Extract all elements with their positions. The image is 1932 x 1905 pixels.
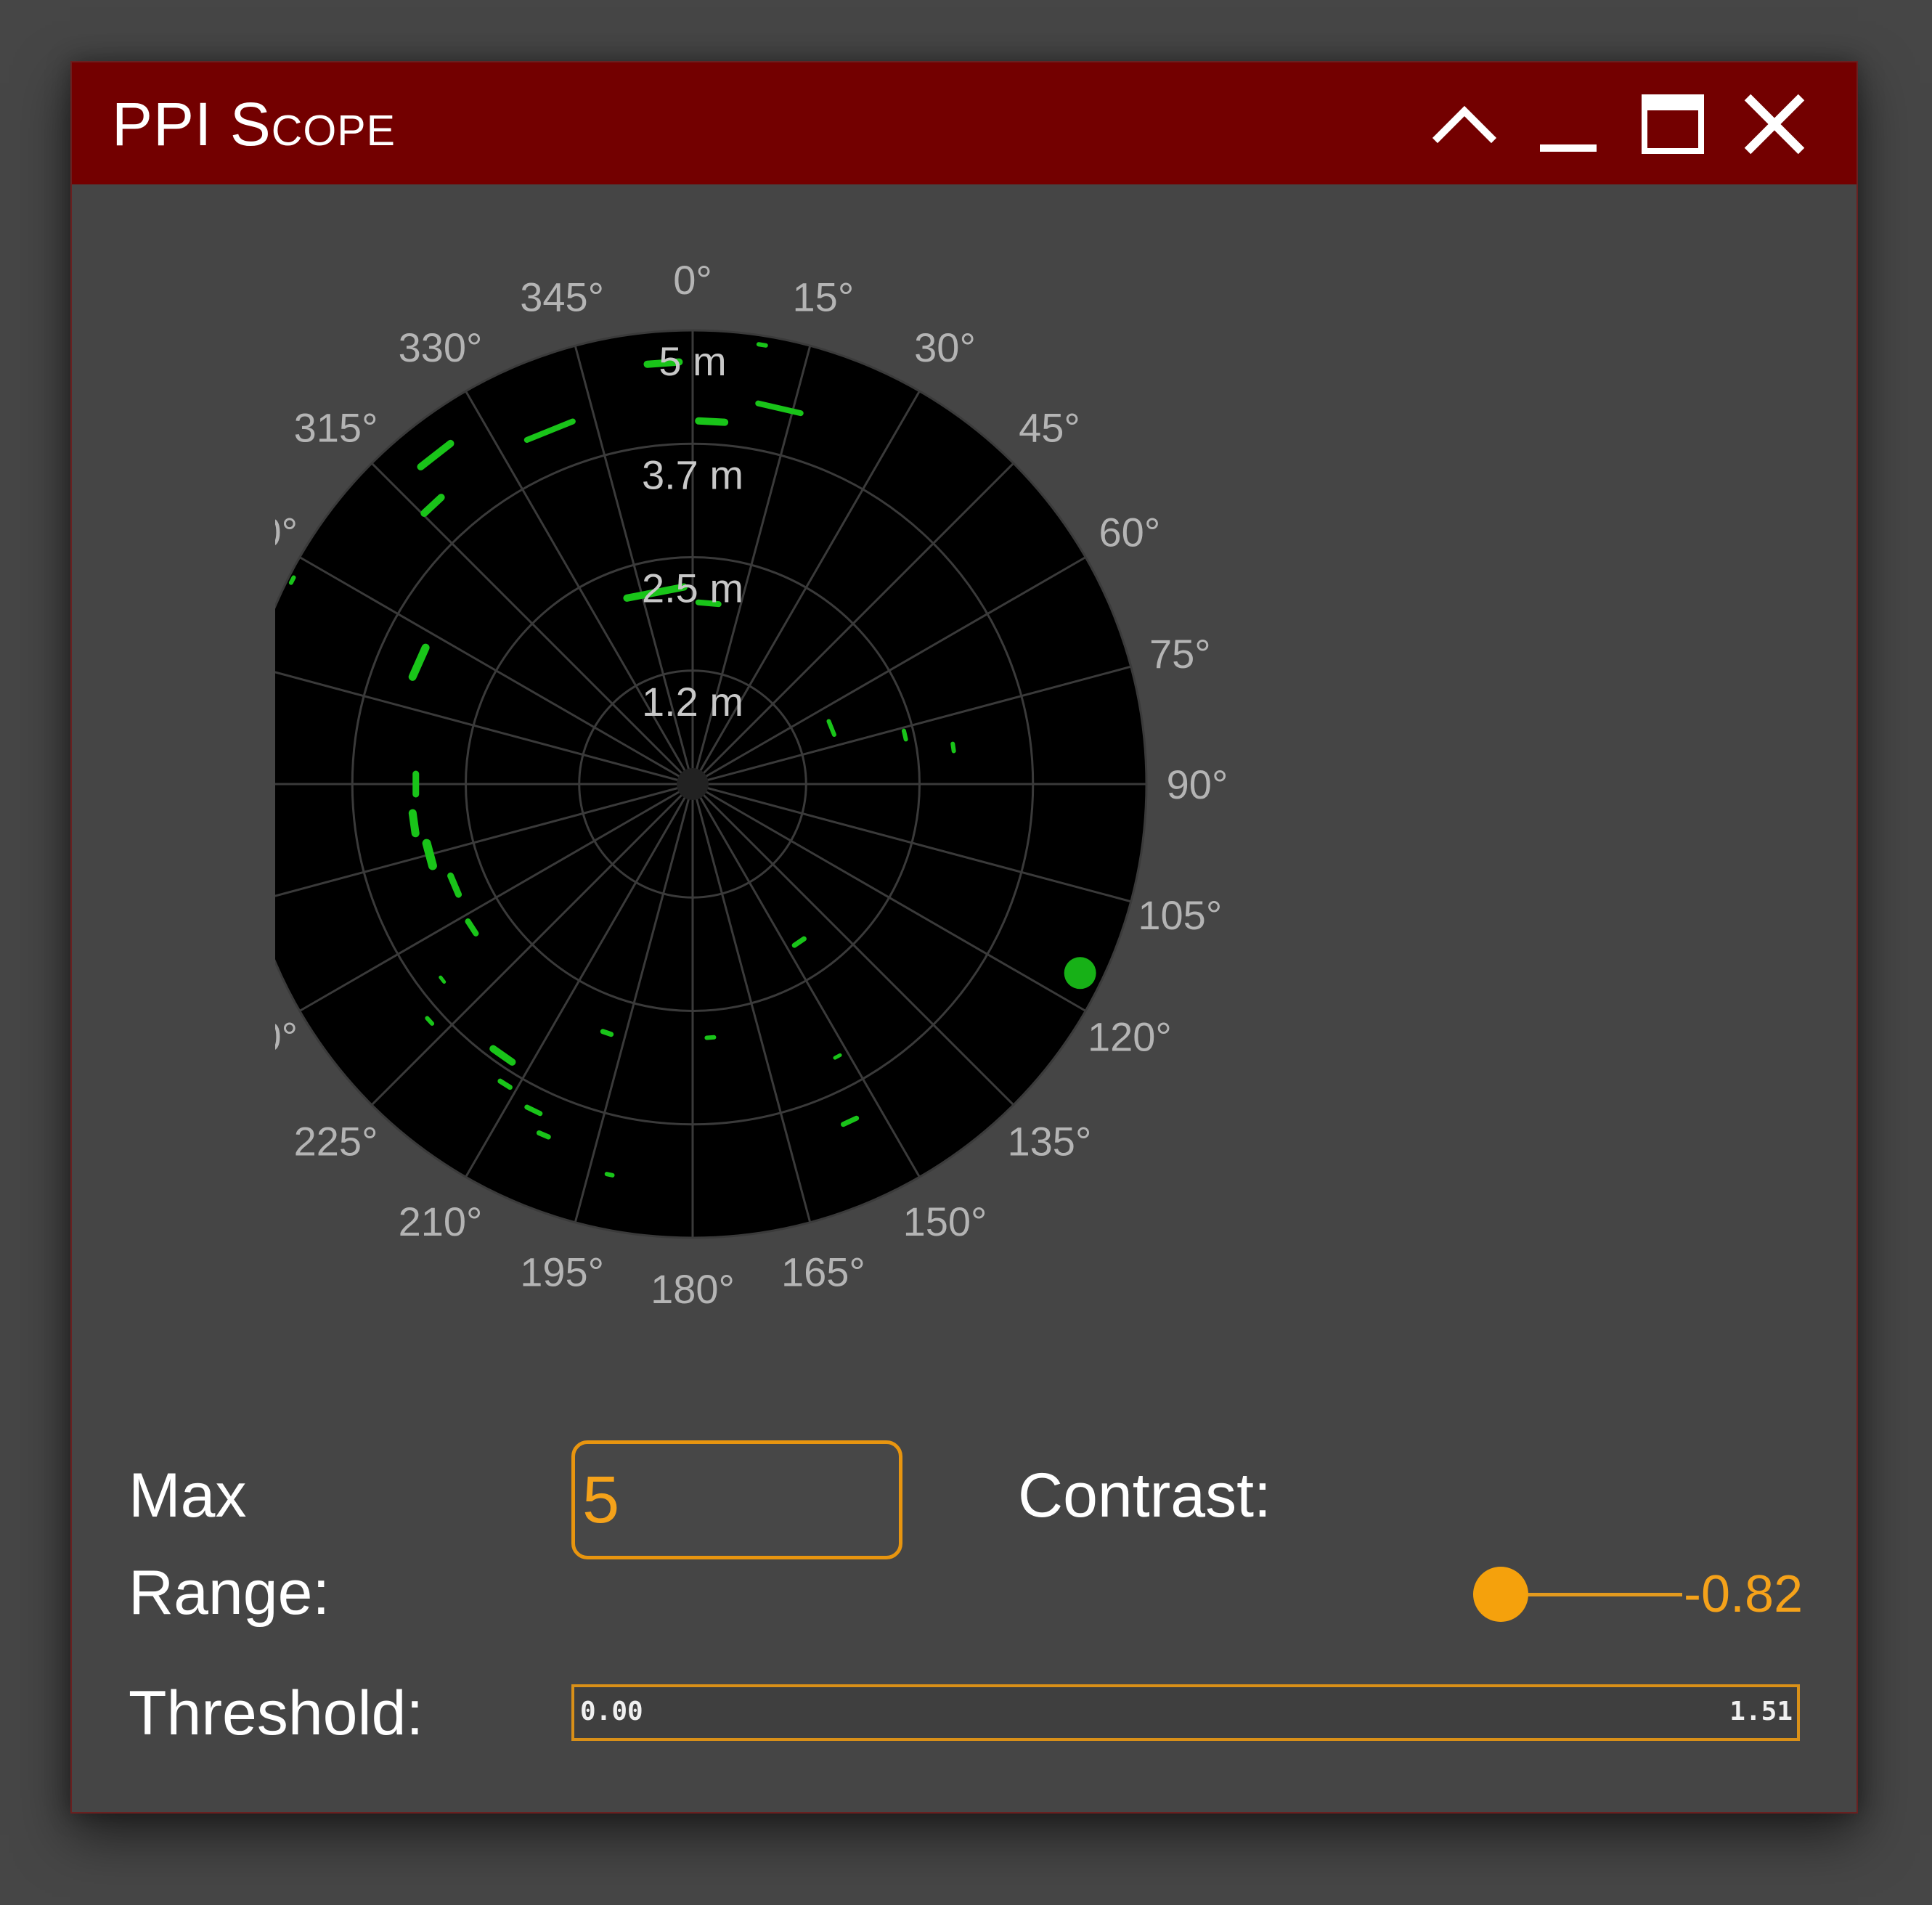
bearing-label: 240°	[275, 1014, 298, 1060]
echo-return	[756, 342, 768, 348]
bearing-label: 105°	[1138, 892, 1222, 938]
bearing-label: 210°	[399, 1199, 483, 1244]
bearing-label: 135°	[1008, 1118, 1092, 1164]
echo-return	[695, 417, 729, 426]
threshold-max-value: 1.51	[1729, 1697, 1793, 1726]
scope-center	[677, 768, 709, 800]
bearing-label: 345°	[520, 274, 604, 320]
bearing-label: 0°	[673, 257, 712, 303]
bearing-label: 45°	[1019, 405, 1080, 451]
bearing-label: 330°	[399, 325, 483, 370]
range-label: 5 m	[659, 338, 726, 384]
bearing-label: 75°	[1149, 631, 1211, 677]
bearing-label: 30°	[914, 325, 976, 370]
bearing-label: 150°	[903, 1199, 987, 1244]
bearing-label: 60°	[1099, 510, 1161, 555]
bearing-label: 315°	[294, 405, 378, 451]
collapse-button[interactable]	[1432, 91, 1497, 157]
bearing-label: 90°	[1167, 762, 1228, 807]
contrast-slider[interactable]	[1464, 1565, 1682, 1623]
bearing-label: 225°	[294, 1118, 378, 1164]
max-range-input[interactable]	[571, 1440, 902, 1559]
ppi-scope-canvas: 1.2 m 2.5 m 3.7 m 5 m 0° 15° 30° 45° 60° 75° 90° 10…	[275, 257, 1228, 1312]
minimize-icon	[1540, 144, 1597, 152]
window-title: PPI Scope	[112, 90, 396, 158]
echo-return	[704, 1035, 717, 1040]
echo-return	[1064, 957, 1096, 990]
echo-return	[901, 728, 908, 742]
close-icon	[1744, 94, 1805, 155]
range-label: 2.5 m	[642, 566, 743, 611]
contrast-value: -0.82	[1684, 1565, 1803, 1623]
threshold-min-value: 0.00	[580, 1697, 643, 1726]
title-bar[interactable]: PPI Scope	[72, 62, 1856, 184]
threshold-label: Threshold:	[129, 1678, 424, 1748]
bearing-label: 300°	[275, 510, 298, 555]
echo-return	[600, 1029, 614, 1037]
echo-return	[833, 1053, 842, 1060]
collapse-icon	[1432, 105, 1497, 144]
contrast-slider-thumb[interactable]	[1473, 1567, 1528, 1622]
echo-return	[288, 575, 296, 585]
echo-return	[604, 1172, 615, 1178]
maximize-icon	[1642, 94, 1704, 154]
max-range-label-line1: Max	[129, 1461, 247, 1530]
ppi-scope-window: PPI Scope 1.2 m 2.5 m 3.7 m5 m 0° 15° 30° 45	[70, 61, 1858, 1814]
bearing-label: 15°	[793, 274, 855, 320]
bearing-label: 165°	[781, 1249, 865, 1294]
ppi-scope-display: 1.2 m 2.5 m 3.7 m 5 m 0° 15° 30° 45° 60° 75° 90° 10…	[275, 229, 1364, 1391]
bearing-label: 195°	[520, 1249, 604, 1294]
threshold-range-bar[interactable]: 0.00 1.51	[571, 1684, 1800, 1741]
close-button[interactable]	[1742, 91, 1807, 157]
range-label: 1.2 m	[642, 679, 743, 725]
echo-return	[422, 839, 437, 870]
minimize-button[interactable]	[1536, 91, 1601, 157]
bearing-label: 120°	[1088, 1014, 1172, 1060]
max-range-label-line2: Range:	[129, 1558, 330, 1628]
echo-return	[408, 809, 420, 838]
bearing-label: 180°	[651, 1266, 735, 1312]
range-label: 3.7 m	[642, 452, 743, 497]
contrast-label: Contrast:	[1018, 1461, 1271, 1530]
maximize-button[interactable]	[1640, 91, 1705, 157]
